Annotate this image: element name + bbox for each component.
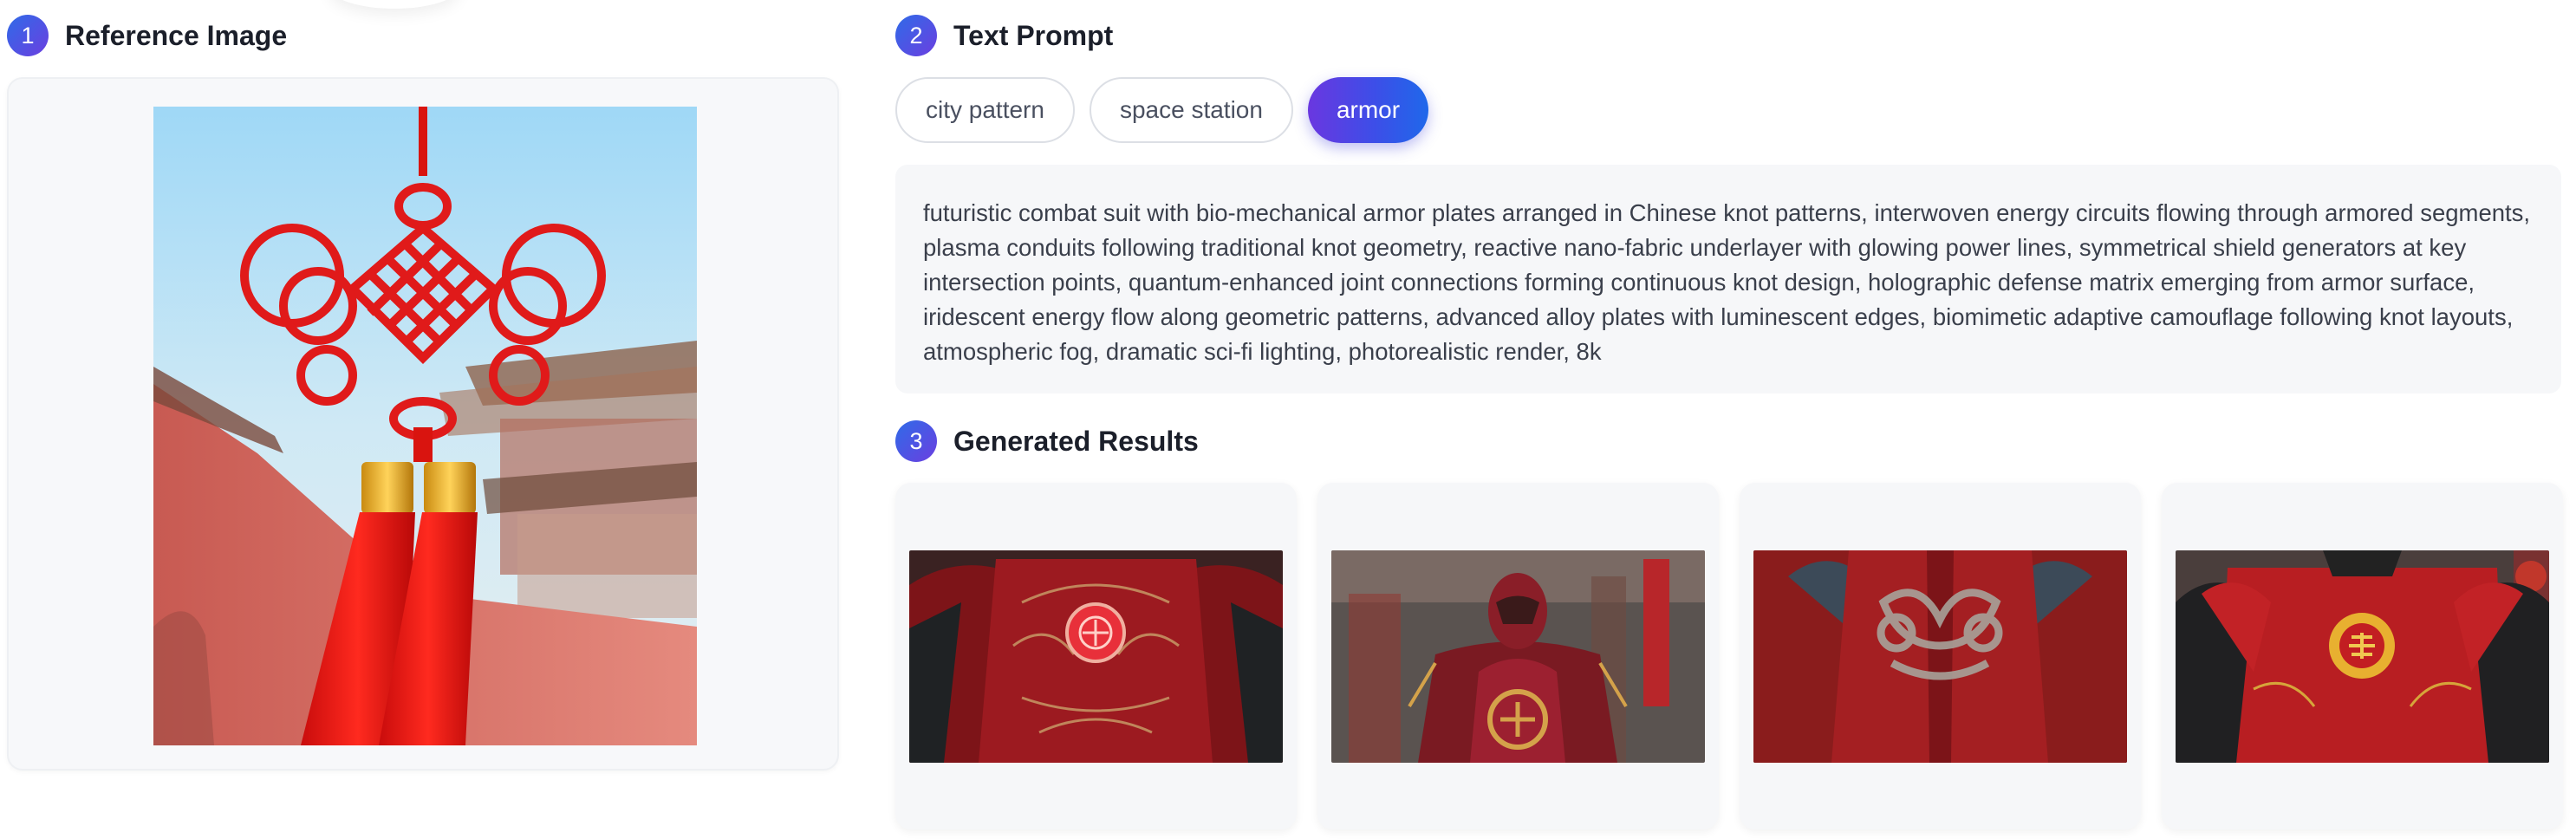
prompt-section-header: 2 Text Prompt	[895, 15, 1113, 56]
reference-image-card	[7, 77, 839, 771]
result-card-4[interactable]	[2162, 483, 2563, 829]
step-badge-3: 3	[895, 420, 937, 462]
prompt-text: futuristic combat suit with bio-mechanic…	[895, 165, 2561, 393]
reference-section-title: Reference Image	[65, 19, 288, 51]
chip-city-pattern[interactable]: city pattern	[895, 77, 1075, 143]
chip-armor[interactable]: armor	[1307, 77, 1429, 143]
result-image-3[interactable]	[1753, 550, 2127, 763]
step-badge-1: 1	[7, 15, 49, 56]
result-image-1[interactable]	[909, 550, 1283, 763]
result-image-2[interactable]	[1331, 550, 1705, 763]
prompt-chip-group: city pattern space station armor	[895, 77, 1429, 143]
result-card-3[interactable]	[1740, 483, 2141, 829]
page: 1 Reference Image 2 Text Prompt city pat…	[0, 0, 2576, 839]
reference-section-header: 1 Reference Image	[7, 15, 287, 56]
results-section-header: 3 Generated Results	[895, 420, 1199, 462]
prompt-section-title: Text Prompt	[953, 19, 1114, 51]
results-section-title: Generated Results	[953, 425, 1199, 457]
reference-image[interactable]	[153, 107, 697, 745]
decorative-shadow	[329, 0, 459, 9]
results-grid	[895, 483, 2563, 829]
result-image-4[interactable]	[2176, 550, 2549, 763]
result-card-1[interactable]	[895, 483, 1297, 829]
result-card-2[interactable]	[1317, 483, 1719, 829]
chip-space-station[interactable]: space station	[1089, 77, 1293, 143]
step-badge-2: 2	[895, 15, 937, 56]
